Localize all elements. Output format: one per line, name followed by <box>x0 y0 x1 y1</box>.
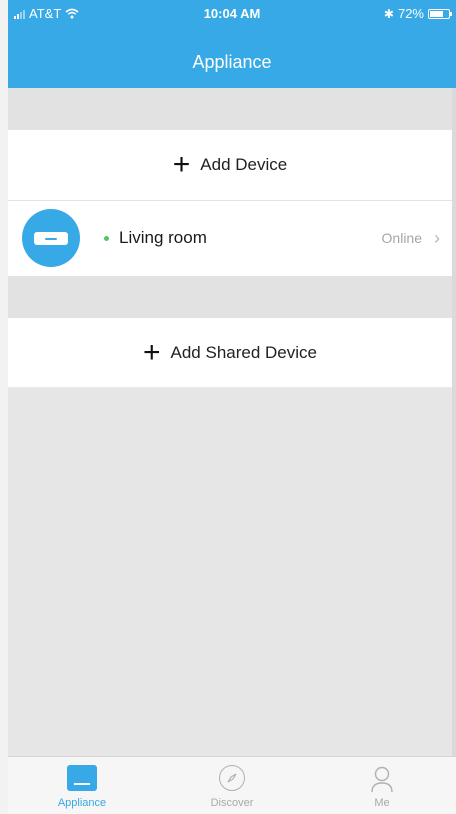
tab-appliance-label: Appliance <box>57 797 107 809</box>
right-edge <box>452 88 456 814</box>
add-device-label: Add Device <box>200 155 288 174</box>
person-icon <box>371 766 393 793</box>
add-shared-device-label: Add Shared Device <box>170 342 317 362</box>
air-conditioner-icon <box>34 231 68 245</box>
section-spacer-2 <box>8 276 452 318</box>
app-screen: AT&T 10:04 AM ✱ 72% Appliance + Add Devi… <box>0 0 456 814</box>
tab-discover-label: Discover <box>210 797 254 809</box>
device-avatar <box>22 209 80 267</box>
tab-discover-icon-wrap <box>172 765 292 793</box>
add-shared-device-button[interactable]: + Add Shared Device <box>8 318 452 388</box>
online-indicator <box>104 236 109 241</box>
battery-percent: 72% <box>397 6 424 21</box>
tab-me[interactable]: Me <box>322 757 442 814</box>
add-device-button[interactable]: + Add Device <box>8 130 452 200</box>
empty-content-area <box>8 389 452 756</box>
page-title: Appliance <box>192 52 272 72</box>
bluetooth-icon: ✱ <box>383 6 394 21</box>
appliance-icon <box>67 765 97 791</box>
device-status: Online <box>381 230 422 246</box>
tab-me-icon-wrap <box>322 765 442 793</box>
plus-icon: + <box>142 335 161 369</box>
tab-discover[interactable]: Discover <box>172 757 292 814</box>
tab-appliance-icon-wrap <box>22 765 142 793</box>
compass-needle-icon <box>227 773 237 783</box>
tab-me-label: Me <box>374 797 390 809</box>
battery-icon <box>428 8 452 19</box>
tab-bar: Appliance Discover Me <box>8 756 456 814</box>
plus-icon: + <box>172 148 191 181</box>
app-header: AT&T 10:04 AM ✱ 72% Appliance <box>8 0 456 88</box>
device-list-item[interactable]: Living room Online › <box>8 200 452 276</box>
status-right: ✱ 72% <box>383 6 452 21</box>
tab-appliance[interactable]: Appliance <box>22 757 142 814</box>
compass-icon <box>219 765 245 791</box>
status-bar: AT&T 10:04 AM ✱ 72% <box>8 0 456 26</box>
section-spacer <box>8 88 452 130</box>
left-edge <box>0 0 8 814</box>
chevron-right-icon: › <box>434 228 440 248</box>
device-name: Living room <box>119 228 207 247</box>
